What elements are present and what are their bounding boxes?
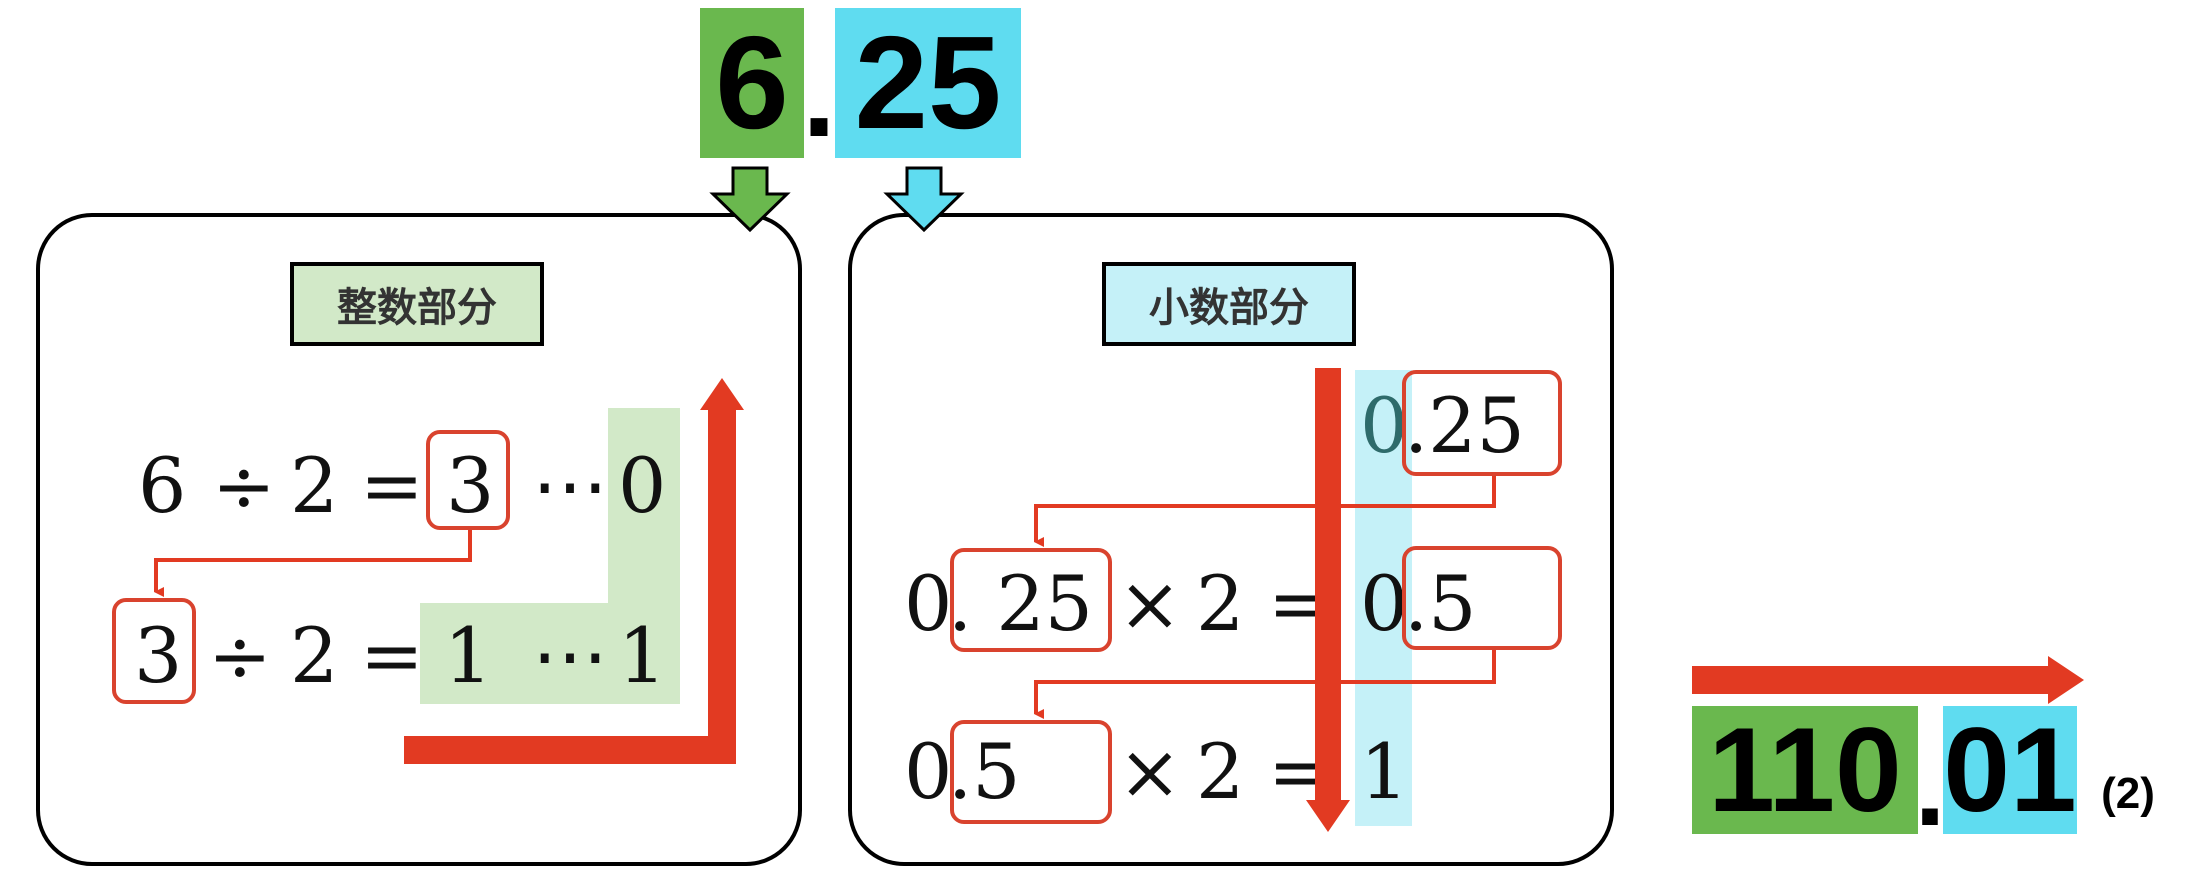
- frac-connector-arrow-1: [1034, 476, 1496, 547]
- int-readout-arrow-head: [700, 378, 744, 410]
- result-arrow-head: [2048, 656, 2084, 704]
- int-readout-arrow: [404, 400, 736, 764]
- int-connector-arrow: [154, 530, 472, 597]
- result-decimal-point: .: [1914, 726, 1946, 849]
- result-base-subscript: (2): [2101, 769, 2155, 818]
- result-fraction-part: 01: [1943, 703, 2077, 837]
- result-integer-part: 110: [1692, 706, 1918, 834]
- frac-connector-arrow-2: [1034, 650, 1496, 719]
- frac-readout-arrow-head: [1306, 800, 1350, 832]
